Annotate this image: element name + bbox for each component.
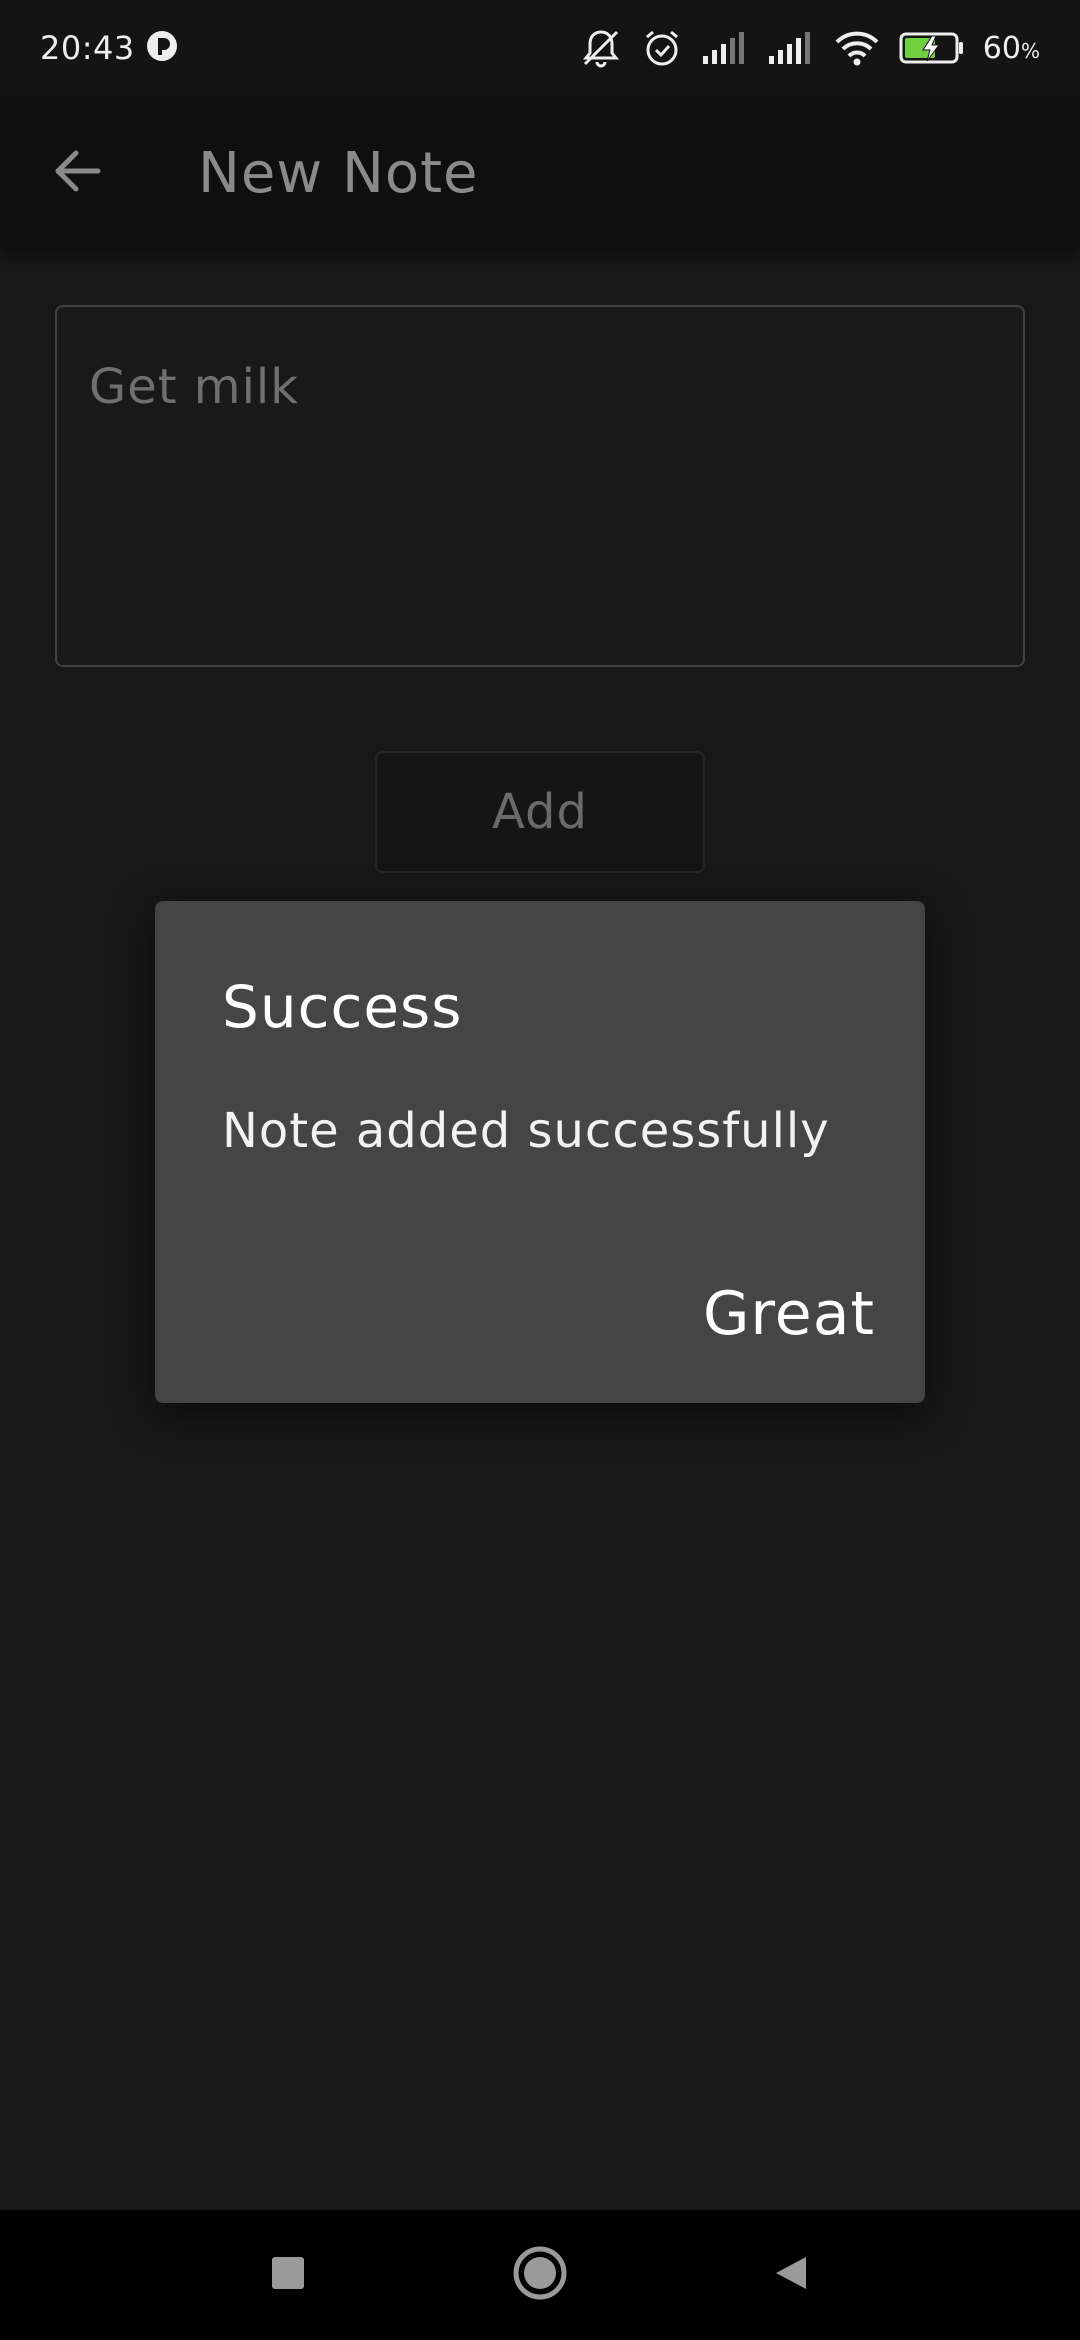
note-text-value: Get milk	[89, 359, 300, 415]
home-circle-icon	[510, 2243, 570, 2307]
signal-icon	[767, 30, 815, 66]
back-triangle-icon	[770, 2251, 814, 2299]
page-title: New Note	[198, 140, 479, 206]
dialog-title: Success	[222, 973, 463, 1041]
signal-icon	[701, 30, 749, 66]
great-button[interactable]: Great	[699, 1279, 879, 1349]
system-back-button[interactable]	[752, 2235, 832, 2315]
status-time: 20:43	[40, 29, 135, 67]
success-dialog: Success Note added successfully Great	[155, 901, 925, 1403]
back-button[interactable]	[22, 117, 134, 229]
wifi-icon	[833, 29, 881, 67]
app-bar: New Note	[0, 96, 1080, 250]
recents-square-icon	[268, 2253, 308, 2297]
home-button[interactable]	[500, 2235, 580, 2315]
navigation-bar	[0, 2210, 1080, 2340]
notification-dot-icon	[145, 29, 179, 67]
battery-charging-icon	[899, 31, 965, 65]
recents-button[interactable]	[248, 2235, 328, 2315]
dialog-message: Note added successfully	[222, 1103, 830, 1159]
status-left: 20:43	[40, 29, 179, 67]
status-right: 60%	[579, 26, 1040, 70]
alarm-icon	[641, 27, 683, 69]
mute-icon	[579, 26, 623, 70]
add-button[interactable]: Add	[375, 751, 705, 873]
status-bar: 20:43 60%	[0, 0, 1080, 96]
arrow-left-icon	[52, 145, 104, 201]
battery-percent: 60%	[982, 30, 1040, 66]
screen: 20:43 60% New Note Get milk Add Success …	[0, 0, 1080, 2340]
note-text-field[interactable]: Get milk	[55, 305, 1025, 667]
